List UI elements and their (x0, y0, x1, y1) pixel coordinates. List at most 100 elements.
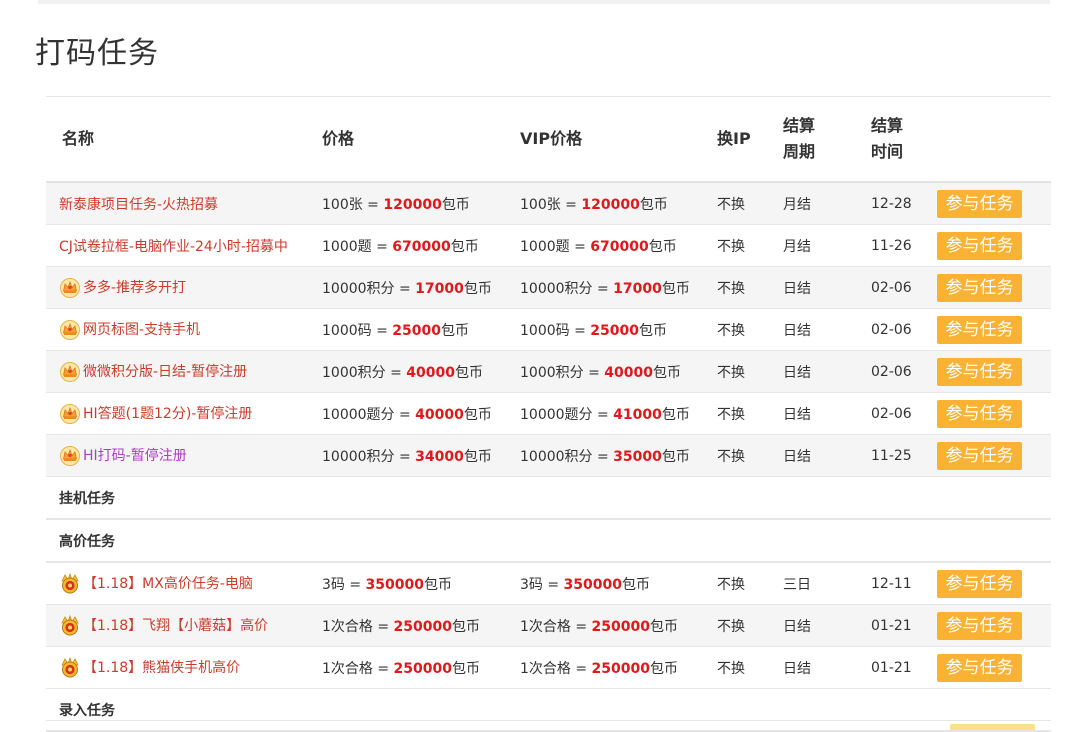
vip-price-currency: 包币 (650, 660, 678, 677)
vip-price-unit: 1次合格 = (520, 660, 592, 677)
price-amount: 25000 (392, 322, 441, 339)
join-task-button[interactable]: 参与任务 (937, 399, 1022, 428)
vip-price-unit: 3码 = (520, 576, 564, 593)
join-task-button[interactable]: 参与任务 (937, 611, 1022, 640)
task-name-link[interactable]: 网页标图-支持手机 (83, 322, 200, 338)
task-name-link[interactable]: HI打码-暂停注册 (83, 448, 187, 464)
task-name-cell: HI打码-暂停注册 (46, 434, 322, 477)
price-currency: 包币 (450, 238, 479, 255)
vip-price-cell: 10000积分 = 17000包币 (520, 266, 717, 309)
period-cell: 日结 (783, 392, 871, 435)
task-name-cell: HI答题(1题12分)-暂停注册 (46, 392, 322, 435)
join-task-button[interactable]: 参与任务 (937, 273, 1022, 302)
time-cell: 02-06 (871, 308, 937, 351)
task-name-link[interactable]: CJ试卷拉框-电脑作业-24小时-招募中 (59, 239, 288, 255)
task-name-cell: 新泰康项目任务-火热招募 (46, 182, 322, 225)
period-cell: 日结 (783, 646, 871, 689)
time-cell: 12-11 (871, 562, 937, 605)
time-cell: 02-06 (871, 266, 937, 309)
task-name-link[interactable]: 微微积分版-日结-暂停注册 (83, 364, 247, 380)
price-unit: 10000题分 = (322, 406, 416, 423)
price-cell: 1次合格 = 250000包币 (322, 646, 520, 689)
ip-cell: 不换 (717, 392, 783, 435)
join-task-button[interactable]: 参与任务 (937, 231, 1022, 260)
action-cell: 参与任务 (937, 308, 1051, 351)
price-amount: 40000 (415, 406, 464, 423)
task-name-cell: 【1.18】MX高价任务-电脑 (46, 562, 322, 605)
crown-badge-icon (59, 444, 81, 466)
price-unit: 1次合格 = (322, 660, 394, 677)
price-currency: 包币 (424, 576, 452, 593)
join-task-button[interactable]: 参与任务 (937, 357, 1022, 386)
vip-price-amount: 41000 (613, 406, 662, 423)
crown-badge-icon (59, 360, 81, 382)
price-currency: 包币 (463, 280, 492, 297)
ip-cell: 不换 (717, 182, 783, 225)
vip-price-amount: 120000 (581, 196, 640, 213)
period-cell: 日结 (783, 604, 871, 647)
vip-price-cell: 1000积分 = 40000包币 (520, 350, 717, 393)
vip-price-unit: 1000题 = (520, 238, 591, 255)
vip-price-amount: 250000 (591, 618, 650, 635)
task-name-link[interactable]: 多多-推荐多开打 (83, 280, 186, 296)
join-task-button[interactable]: 参与任务 (937, 189, 1022, 218)
price-amount: 670000 (392, 238, 451, 255)
table-row: HI答题(1题12分)-暂停注册 10000题分 = 40000包币 10000题分… (46, 392, 1051, 435)
vip-price-currency: 包币 (622, 576, 650, 593)
vip-price-currency: 包币 (648, 238, 677, 255)
ip-cell: 不换 (717, 604, 783, 647)
ip-cell: 不换 (717, 224, 783, 267)
price-amount: 250000 (393, 660, 452, 677)
next-join-button-partial[interactable] (950, 724, 1035, 730)
price-cell: 100张 = 120000包币 (322, 182, 520, 225)
header-ip: 换IP (717, 96, 783, 183)
price-unit: 1000码 = (322, 322, 393, 339)
action-cell: 参与任务 (937, 224, 1051, 267)
task-name-link[interactable]: 【1.18】MX高价任务-电脑 (83, 576, 253, 592)
price-cell: 10000积分 = 17000包币 (322, 266, 520, 309)
task-name-link[interactable]: 【1.18】熊猫侠手机高价 (83, 660, 240, 676)
join-task-button[interactable]: 参与任务 (937, 569, 1022, 598)
ip-cell: 不换 (717, 434, 783, 477)
table-row: CJ试卷拉框-电脑作业-24小时-招募中 1000题 = 670000包币 1000… (46, 224, 1051, 267)
table-row: 网页标图-支持手机 1000码 = 25000包币 1000码 = 25000包币不… (46, 308, 1051, 351)
task-name-link[interactable]: HI答题(1题12分)-暂停注册 (83, 406, 252, 422)
action-cell: 参与任务 (937, 266, 1051, 309)
price-amount: 250000 (393, 618, 452, 635)
price-currency: 包币 (441, 196, 470, 213)
vip-price-cell: 10000积分 = 35000包币 (520, 434, 717, 477)
price-unit: 3码 = (322, 576, 366, 593)
vip-price-currency: 包币 (639, 196, 668, 213)
time-cell: 12-28 (871, 182, 937, 225)
join-task-button[interactable]: 参与任务 (937, 653, 1022, 682)
action-cell: 参与任务 (937, 182, 1051, 225)
price-amount: 40000 (406, 364, 455, 381)
price-amount: 120000 (383, 196, 442, 213)
header-vip-price: VIP价格 (520, 96, 717, 183)
price-cell: 3码 = 350000包币 (322, 562, 520, 605)
price-cell: 1000题 = 670000包币 (322, 224, 520, 267)
price-unit: 1000题 = (322, 238, 393, 255)
vip-price-unit: 1000码 = (520, 322, 591, 339)
vip-price-amount: 25000 (590, 322, 639, 339)
price-unit: 10000积分 = (322, 280, 416, 297)
action-cell: 参与任务 (937, 604, 1051, 647)
task-name-cell: 微微积分版-日结-暂停注册 (46, 350, 322, 393)
task-name-link[interactable]: 新泰康项目任务-火热招募 (59, 197, 218, 213)
header-name: 名称 (46, 96, 322, 183)
task-name-cell: CJ试卷拉框-电脑作业-24小时-招募中 (46, 224, 322, 267)
price-cell: 1000码 = 25000包币 (322, 308, 520, 351)
header-period-line2: 周期 (783, 142, 816, 161)
period-cell: 三日 (783, 562, 871, 605)
table-header-row: 名称 价格 VIP价格 换IP 结算 周期 结算 时间 (46, 96, 1051, 183)
ip-cell: 不换 (717, 350, 783, 393)
action-cell: 参与任务 (937, 392, 1051, 435)
vip-price-cell: 3码 = 350000包币 (520, 562, 717, 605)
join-task-button[interactable]: 参与任务 (937, 441, 1022, 470)
vip-price-unit: 10000积分 = (520, 280, 614, 297)
task-name-link[interactable]: 【1.18】飞翔【小蘑菇】高价 (83, 618, 268, 634)
join-task-button[interactable]: 参与任务 (937, 315, 1022, 344)
vip-price-cell: 1000码 = 25000包币 (520, 308, 717, 351)
vip-price-amount: 250000 (591, 660, 650, 677)
price-currency: 包币 (463, 448, 492, 465)
